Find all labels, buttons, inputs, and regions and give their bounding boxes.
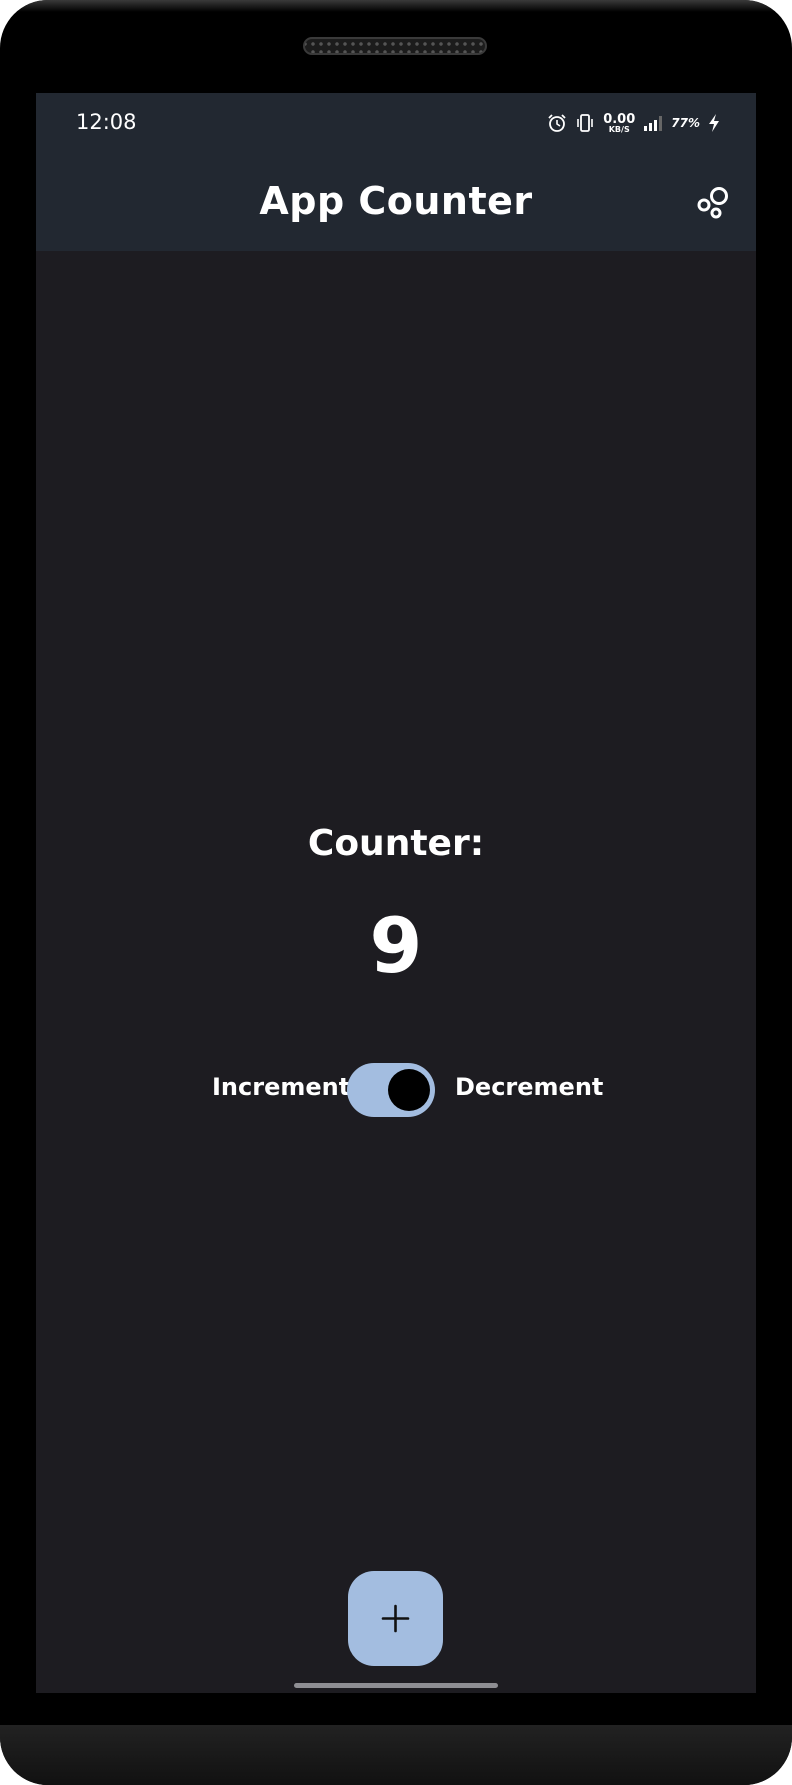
network-speed-value: 0.00 — [603, 111, 636, 127]
battery-level: 77% — [671, 116, 700, 130]
vibrate-icon — [577, 114, 593, 132]
plus-icon — [381, 1604, 410, 1633]
decrement-label: Decrement — [455, 1073, 604, 1101]
counter-label: Counter: — [307, 823, 485, 864]
page-title: App Counter — [259, 179, 533, 223]
increment-label: Increment — [212, 1073, 351, 1101]
switch-knob — [388, 1069, 430, 1111]
earpiece-speaker — [303, 37, 487, 55]
counter-value: 9 — [369, 901, 423, 990]
charging-icon — [709, 114, 719, 132]
status-time: 12:08 — [76, 110, 137, 134]
network-speed-unit: KB/S — [608, 124, 630, 134]
phone-frame: 12:08 0.00 KB/S 77% App Counter Counter:… — [0, 0, 792, 1785]
app-bar: 12:08 0.00 KB/S 77% App Counter — [36, 93, 756, 251]
mode-switch[interactable] — [347, 1063, 435, 1117]
home-indicator[interactable] — [294, 1683, 498, 1688]
phone-chin — [0, 1725, 792, 1785]
app-screen: 12:08 0.00 KB/S 77% App Counter Counter:… — [36, 93, 756, 1693]
settings-bubbles-icon — [697, 187, 728, 219]
phone-top-edge — [0, 0, 792, 12]
mode-toggle-row: Increment Decrement — [36, 1061, 756, 1117]
status-icons: 0.00 KB/S 77% — [547, 111, 720, 135]
settings-button[interactable] — [696, 185, 732, 221]
network-speed: 0.00 KB/S — [603, 113, 635, 134]
signal-icon — [644, 116, 663, 131]
alarm-icon — [548, 114, 566, 132]
add-button[interactable] — [348, 1571, 443, 1666]
